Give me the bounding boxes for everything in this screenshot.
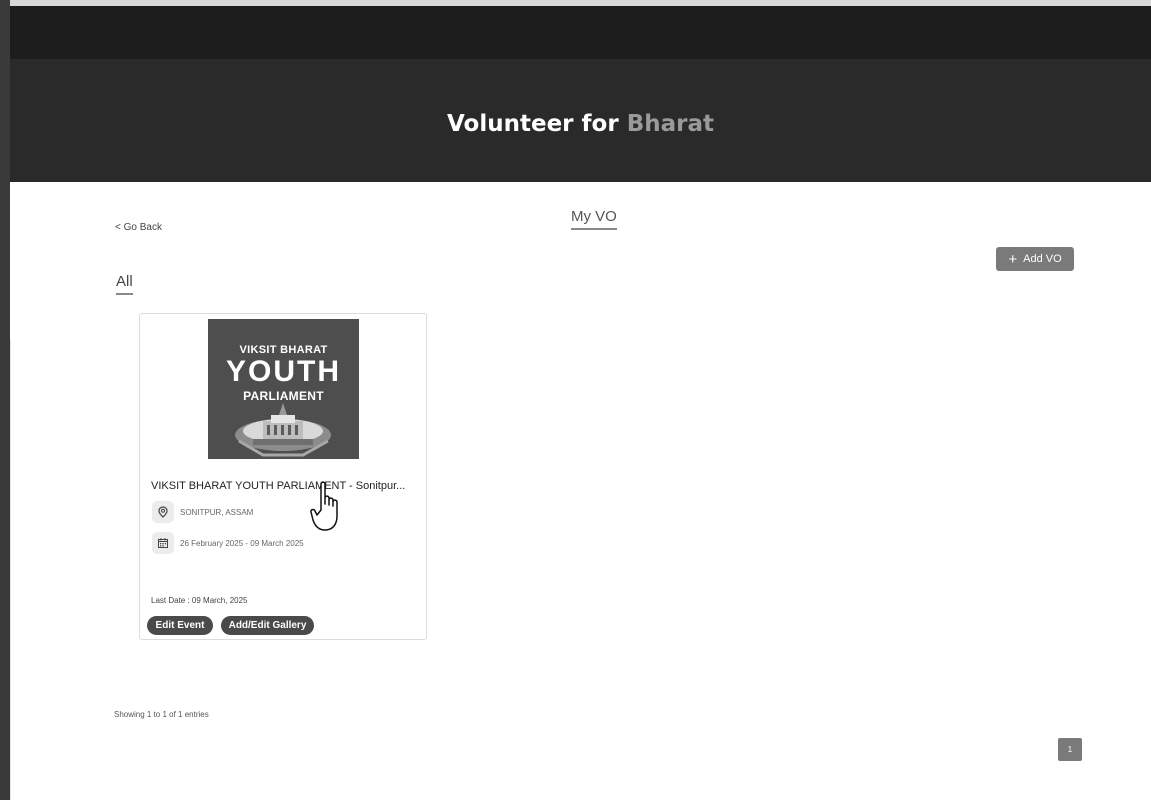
left-divider (10, 340, 11, 800)
event-last-date: Last Date : 09 March, 2025 (151, 596, 248, 605)
add-vo-label: Add VO (1023, 253, 1062, 265)
edit-event-button[interactable]: Edit Event (147, 616, 213, 635)
location-pin-icon (152, 501, 174, 523)
banner-title-main: Volunteer for (447, 111, 619, 137)
banner-title-accent: Bharat (626, 111, 714, 137)
event-card: VIKSIT BHARAT YOUTH PARLIAMENT VIKSIT BH… (139, 313, 427, 640)
entries-summary: Showing 1 to 1 of 1 entries (114, 710, 209, 719)
page-title: My VO (571, 208, 617, 230)
page-banner: Volunteer for Bharat (10, 59, 1151, 182)
pagination-page-1[interactable]: 1 (1058, 738, 1082, 761)
parliament-building-illustration (235, 403, 331, 457)
event-thumbnail[interactable]: VIKSIT BHARAT YOUTH PARLIAMENT (208, 319, 359, 459)
event-title[interactable]: VIKSIT BHARAT YOUTH PARLIAMENT - Sonitpu… (151, 480, 405, 492)
plus-icon: + (1008, 250, 1018, 268)
window-left-border (0, 0, 10, 800)
event-date-range: 26 February 2025 - 09 March 2025 (180, 538, 304, 548)
top-navbar (10, 6, 1151, 59)
go-back-link[interactable]: < Go Back (115, 222, 162, 233)
event-location-row: SONITPUR, ASSAM (152, 501, 253, 523)
hand-pointer-cursor-icon (310, 481, 338, 531)
calendar-icon (152, 532, 174, 554)
tab-all[interactable]: All (116, 273, 133, 295)
add-edit-gallery-button[interactable]: Add/Edit Gallery (221, 616, 314, 635)
event-date-row: 26 February 2025 - 09 March 2025 (152, 532, 304, 554)
add-vo-button[interactable]: + Add VO (996, 247, 1074, 271)
event-location: SONITPUR, ASSAM (180, 507, 254, 517)
thumbnail-line-2: YOUTH (226, 355, 341, 388)
banner-title: Volunteer for Bharat (10, 111, 1151, 137)
